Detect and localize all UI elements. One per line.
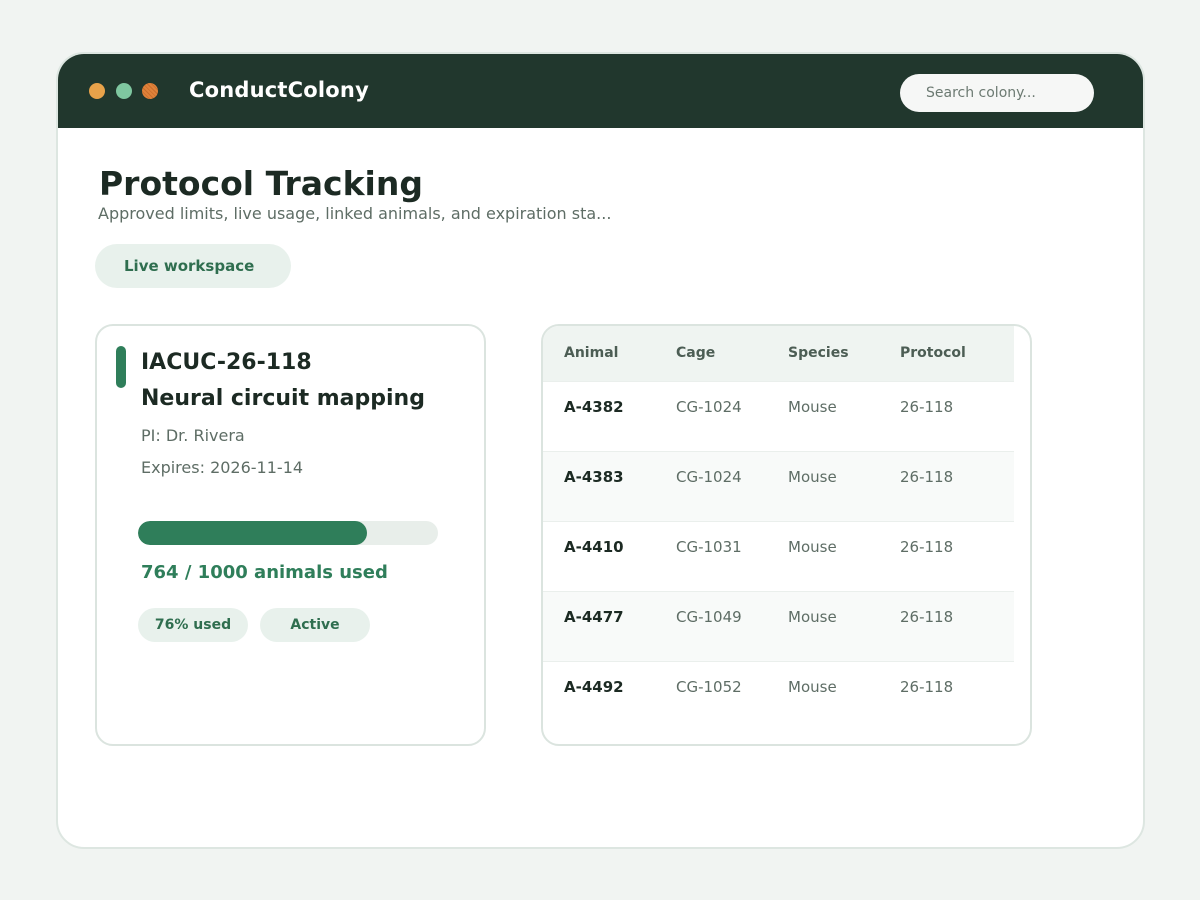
workspace-pill[interactable]: Live workspace xyxy=(95,244,291,288)
table-row[interactable]: A-4492 CG-1052 Mouse 26-118 xyxy=(543,661,1014,731)
table-row[interactable]: A-4410 CG-1031 Mouse 26-118 xyxy=(543,521,1014,591)
column-header-animal[interactable]: Animal xyxy=(564,345,618,361)
animal-id: A-4477 xyxy=(564,608,624,626)
app-window: ConductColony Protocol Tracking Approved… xyxy=(56,52,1145,849)
column-header-protocol[interactable]: Protocol xyxy=(900,345,966,361)
usage-count: 764 / 1000 animals used xyxy=(141,562,388,583)
species: Mouse xyxy=(788,398,837,416)
cage-id: CG-1049 xyxy=(676,608,742,626)
protocol-ref: 26-118 xyxy=(900,468,954,486)
species: Mouse xyxy=(788,608,837,626)
protocol-id: IACUC-26-118 xyxy=(141,350,312,375)
window-dot-green-icon[interactable] xyxy=(116,83,132,99)
window-dot-orange-icon[interactable] xyxy=(89,83,105,99)
table-header: Animal Cage Species Protocol xyxy=(543,326,1014,381)
table-row[interactable]: A-4383 CG-1024 Mouse 26-118 xyxy=(543,451,1014,521)
window-dot-amber-icon[interactable] xyxy=(142,83,158,99)
cage-id: CG-1031 xyxy=(676,538,742,556)
animal-id: A-4383 xyxy=(564,468,624,486)
usage-progress-fill xyxy=(138,521,368,545)
cage-id: CG-1024 xyxy=(676,468,742,486)
species: Mouse xyxy=(788,468,837,486)
animal-id: A-4492 xyxy=(564,678,624,696)
protocol-expiration: Expires: 2026-11-14 xyxy=(141,458,304,477)
column-header-species[interactable]: Species xyxy=(788,345,849,361)
percent-used-badge: 76% used xyxy=(138,608,248,642)
usage-progress-bar xyxy=(138,521,438,545)
protocol-ref: 26-118 xyxy=(900,678,954,696)
animal-id: A-4382 xyxy=(564,398,624,416)
column-header-cage[interactable]: Cage xyxy=(676,345,715,361)
app-title: ConductColony xyxy=(189,78,369,102)
title-bar: ConductColony xyxy=(58,54,1143,128)
species: Mouse xyxy=(788,678,837,696)
protocol-ref: 26-118 xyxy=(900,398,954,416)
table-row[interactable]: A-4382 CG-1024 Mouse 26-118 xyxy=(543,381,1014,451)
protocol-name: Neural circuit mapping xyxy=(141,386,425,411)
search-input[interactable] xyxy=(900,74,1094,112)
table-row[interactable]: A-4477 CG-1049 Mouse 26-118 xyxy=(543,591,1014,661)
page-title: Protocol Tracking xyxy=(99,164,423,203)
card-accent-bar xyxy=(116,346,126,388)
status-badge: Active xyxy=(260,608,370,642)
protocol-ref: 26-118 xyxy=(900,608,954,626)
animals-table: Animal Cage Species Protocol A-4382 CG-1… xyxy=(541,324,1032,746)
page-subtitle: Approved limits, live usage, linked anim… xyxy=(98,204,612,223)
species: Mouse xyxy=(788,538,837,556)
cage-id: CG-1052 xyxy=(676,678,742,696)
protocol-pi: PI: Dr. Rivera xyxy=(141,426,245,445)
animal-id: A-4410 xyxy=(564,538,624,556)
cage-id: CG-1024 xyxy=(676,398,742,416)
protocol-ref: 26-118 xyxy=(900,538,954,556)
protocol-card[interactable]: IACUC-26-118 Neural circuit mapping PI: … xyxy=(95,324,486,746)
